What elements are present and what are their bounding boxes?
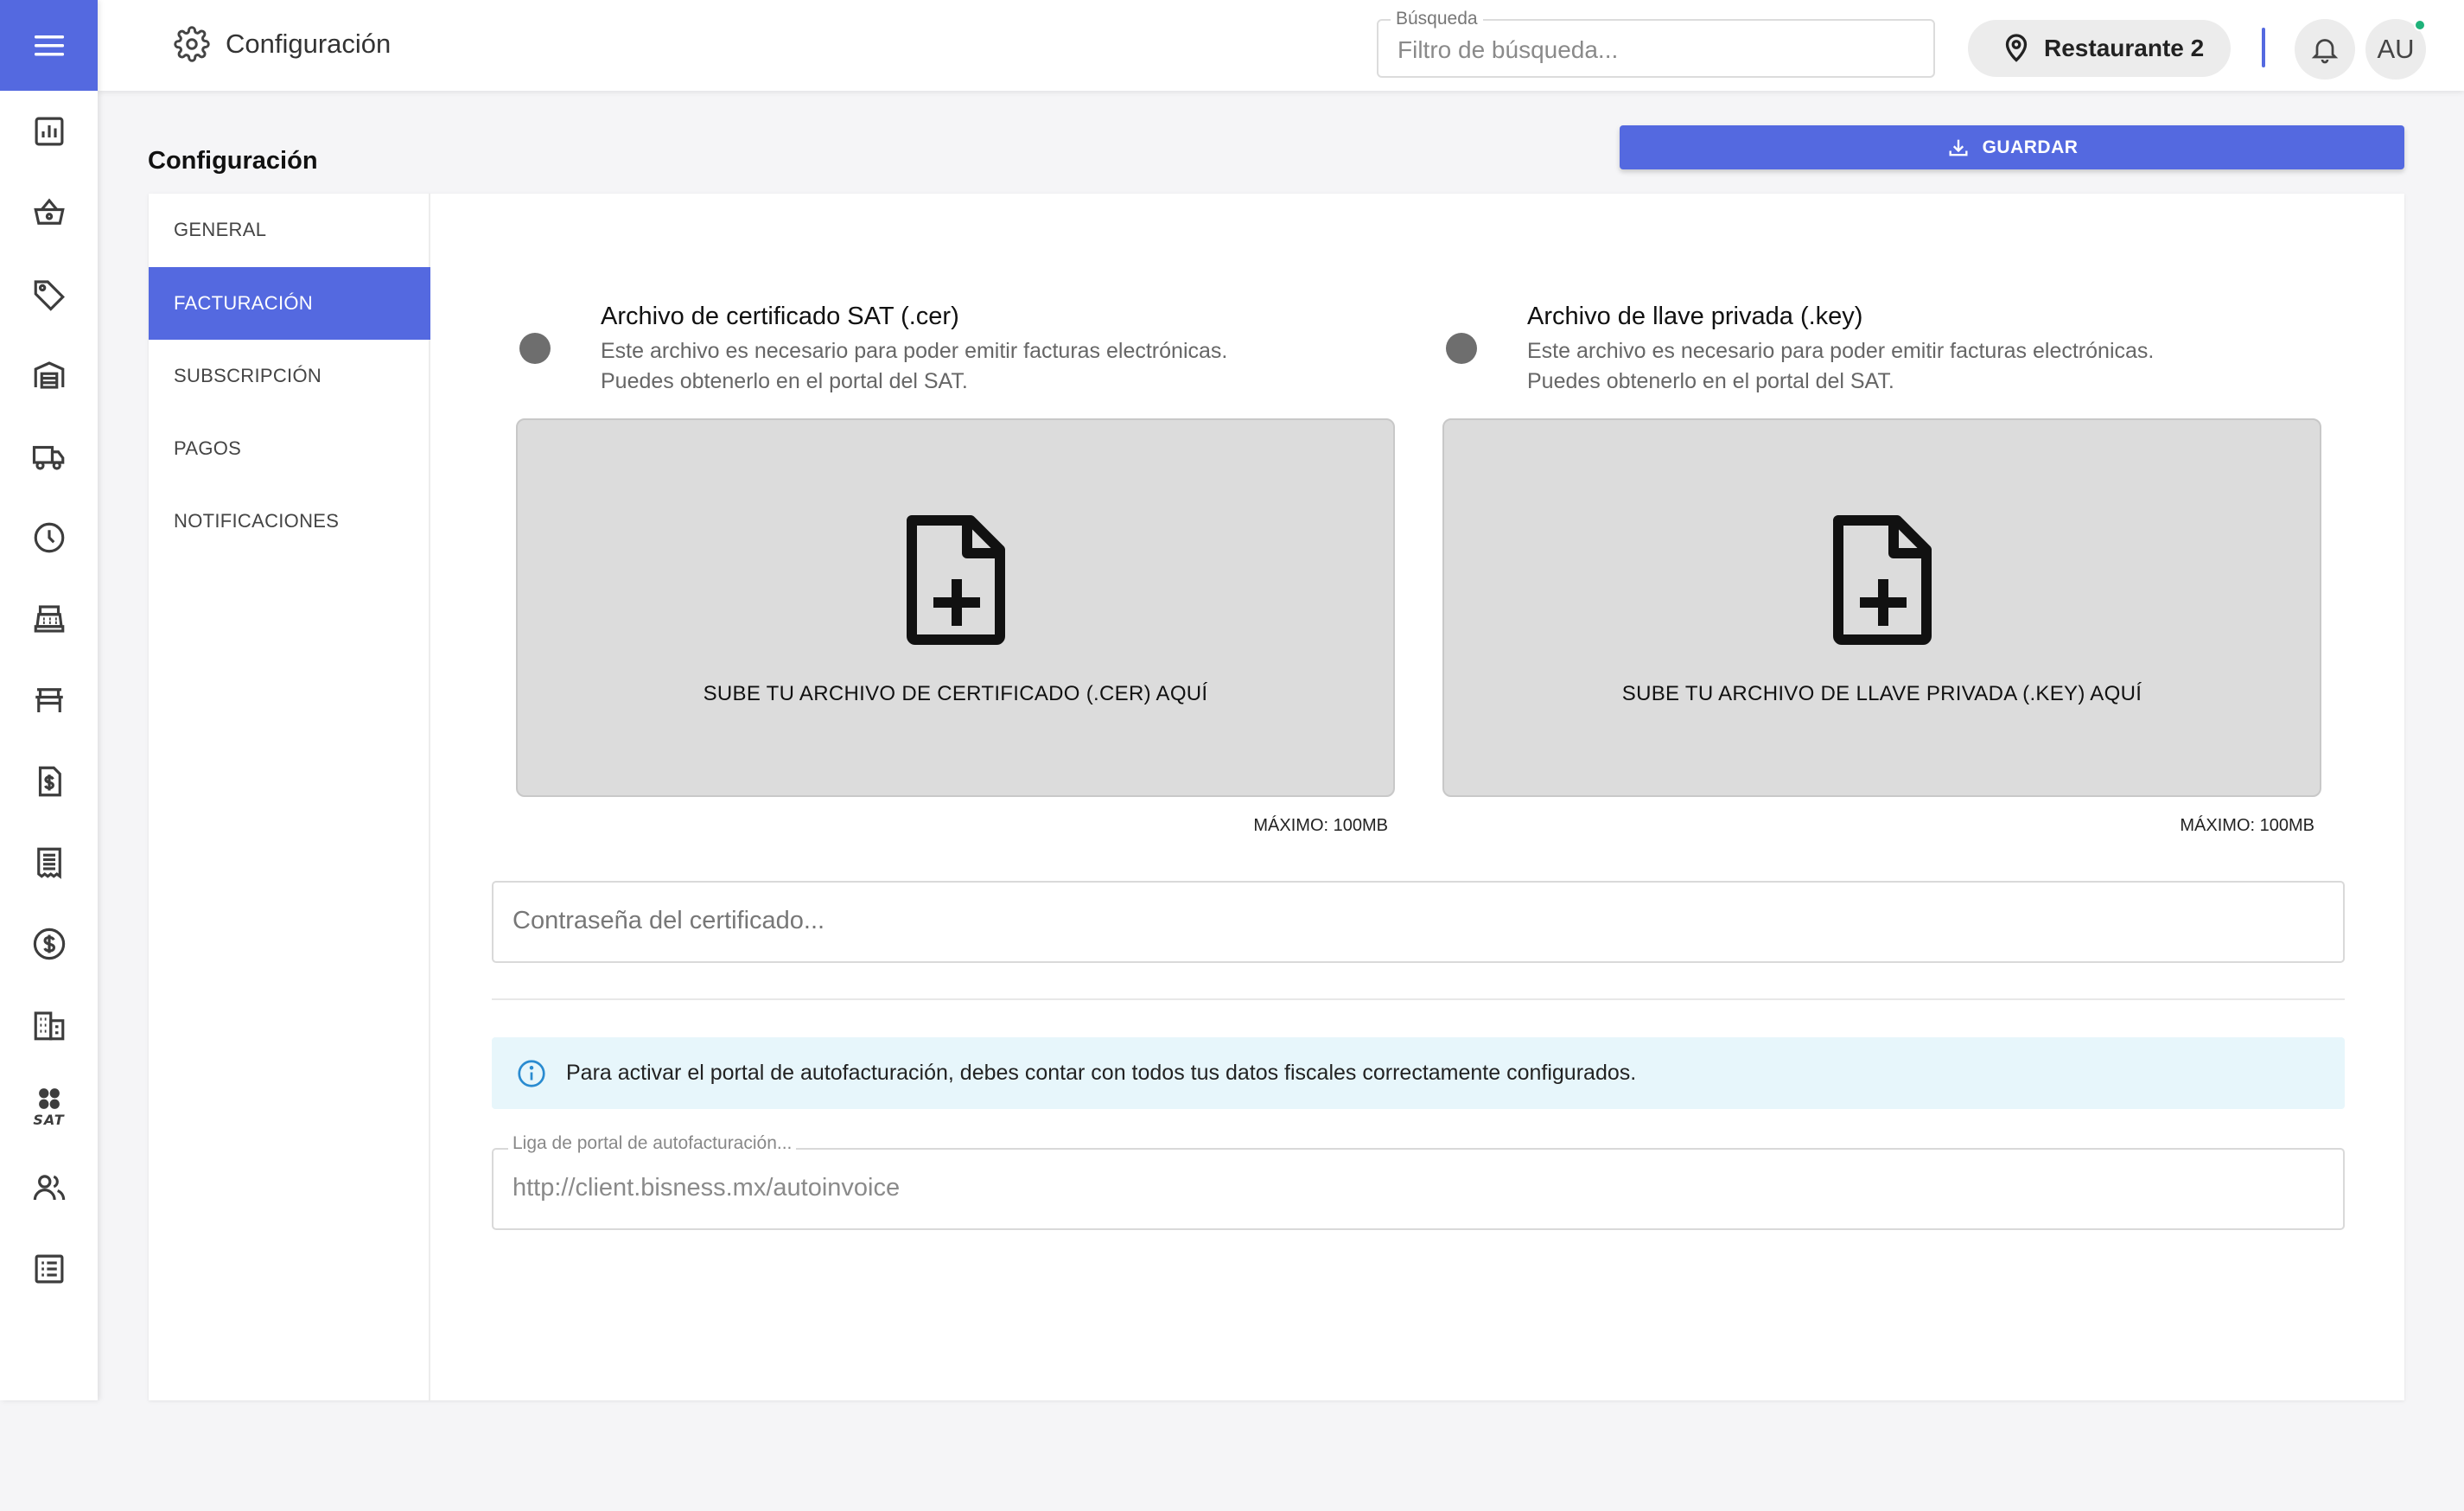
sidebar-item-deliveries[interactable] <box>0 422 98 491</box>
sidebar-item-receipts[interactable] <box>0 828 98 897</box>
hamburger-icon <box>34 35 64 55</box>
avatar-initials: AU <box>2377 34 2415 64</box>
certificate-password-input[interactable]: Contraseña del certificado... <box>492 881 2345 963</box>
key-description: Este archivo es necesario para poder emi… <box>1527 336 2305 397</box>
sidebar-item-users[interactable] <box>0 1153 98 1222</box>
info-alert: Para activar el portal de autofacturació… <box>492 1037 2345 1109</box>
certificate-password-placeholder: Contraseña del certificado... <box>513 907 825 934</box>
key-title: Archivo de llave privada (.key) <box>1527 303 1863 330</box>
cer-status-dot <box>519 333 551 364</box>
download-icon <box>1949 139 1968 156</box>
key-max-size: MÁXIMO: 100MB <box>2180 816 2314 835</box>
sidebar-item-branches[interactable] <box>0 991 98 1060</box>
gear-icon <box>174 26 210 62</box>
file-plus-icon <box>906 515 1005 645</box>
sidebar: SAT <box>0 0 98 1400</box>
tab-general[interactable]: GENERAL <box>149 194 430 266</box>
cer-title: Archivo de certificado SAT (.cer) <box>601 303 959 330</box>
sidebar-item-warehouse[interactable] <box>0 341 98 410</box>
page-title: Configuración <box>148 147 318 175</box>
key-dropzone[interactable]: SUBE TU ARCHIVO DE LLAVE PRIVADA (.KEY) … <box>1442 418 2321 797</box>
location-name: Restaurante 2 <box>2044 35 2205 61</box>
tag-icon <box>34 280 65 311</box>
save-button-label: GUARDAR <box>1982 137 2079 157</box>
users-icon <box>33 1175 65 1201</box>
menu-toggle-button[interactable] <box>0 0 98 91</box>
location-selector[interactable]: Restaurante 2 <box>1968 20 2231 77</box>
autoinvoice-portal-placeholder: http://client.bisness.mx/autoinvoice <box>513 1174 901 1202</box>
cer-description: Este archivo es necesario para poder emi… <box>601 336 1378 397</box>
clock-icon <box>34 522 64 553</box>
search-input[interactable]: Búsqueda Filtro de búsqueda... <box>1377 9 1935 78</box>
key-description-line1: Este archivo es necesario para poder emi… <box>1527 339 2155 363</box>
online-status-dot <box>2414 19 2426 31</box>
cer-dropzone-text: SUBE TU ARCHIVO DE CERTIFICADO (.CER) AQ… <box>703 682 1208 705</box>
cer-description-line1: Este archivo es necesario para poder emi… <box>601 339 1228 363</box>
basket-icon <box>33 198 65 225</box>
map-pin-icon <box>2005 34 2028 62</box>
sidebar-item-cash-register[interactable] <box>0 584 98 653</box>
invoice-dollar-icon <box>38 766 61 797</box>
sidebar-item-products[interactable] <box>0 259 98 328</box>
sidebar-item-tables[interactable] <box>0 666 98 735</box>
topbar: Configuración Búsqueda Filtro de búsqued… <box>98 0 2464 91</box>
info-alert-text: Para activar el portal de autofacturació… <box>566 1061 1637 1085</box>
tab-notificaciones[interactable]: NOTIFICACIONES <box>149 485 430 558</box>
warehouse-icon <box>34 361 64 389</box>
table-icon <box>35 688 63 712</box>
topbar-title-text: Configuración <box>226 29 392 59</box>
tab-facturacion[interactable]: FACTURACIÓN <box>149 267 430 340</box>
cer-description-line2: Puedes obtenerlo en el portal del SAT. <box>601 369 968 393</box>
search-placeholder: Filtro de búsqueda... <box>1398 36 1619 63</box>
building-icon <box>34 1011 64 1041</box>
truck-icon <box>32 445 64 470</box>
sat-icon <box>38 1087 60 1109</box>
tab-subscripcion[interactable]: SUBSCRIPCIÓN <box>149 340 430 412</box>
key-description-line2: Puedes obtenerlo en el portal del SAT. <box>1527 369 1894 393</box>
autoinvoice-portal-label: Liga de portal de autofacturación... <box>508 1133 797 1154</box>
cer-max-size: MÁXIMO: 100MB <box>1253 816 1388 835</box>
list-icon <box>35 1254 63 1284</box>
sidebar-item-payments[interactable] <box>0 909 98 979</box>
register-icon <box>34 605 64 633</box>
settings-tabs: GENERAL FACTURACIÓN SUBSCRIPCIÓN PAGOS N… <box>149 194 430 1400</box>
bell-icon <box>2311 39 2339 64</box>
file-plus-icon <box>1832 515 1932 645</box>
search-label: Búsqueda <box>1391 9 1483 29</box>
save-button[interactable]: GUARDAR <box>1620 125 2404 169</box>
section-divider <box>492 998 2345 1000</box>
cer-dropzone[interactable]: SUBE TU ARCHIVO DE CERTIFICADO (.CER) AQ… <box>516 418 1395 797</box>
topbar-divider <box>2262 28 2265 67</box>
sidebar-item-dashboard[interactable] <box>0 97 98 166</box>
sidebar-item-history[interactable] <box>0 503 98 572</box>
sidebar-item-sales[interactable] <box>0 178 98 247</box>
info-icon <box>518 1059 545 1087</box>
sat-label: SAT <box>33 1111 65 1128</box>
dollar-circle-icon <box>33 928 65 960</box>
notifications-button[interactable] <box>2295 19 2355 80</box>
key-status-dot <box>1446 333 1477 364</box>
sidebar-item-invoices[interactable] <box>0 747 98 816</box>
sidebar-item-sat[interactable]: SAT <box>0 1072 98 1141</box>
bar-chart-icon <box>35 117 63 146</box>
sidebar-item-reports[interactable] <box>0 1234 98 1304</box>
receipt-icon <box>36 847 61 879</box>
key-dropzone-text: SUBE TU ARCHIVO DE LLAVE PRIVADA (.KEY) … <box>1621 682 2142 705</box>
tab-pagos[interactable]: PAGOS <box>149 412 430 485</box>
topbar-title: Configuración <box>174 26 391 62</box>
autoinvoice-portal-input[interactable]: http://client.bisness.mx/autoinvoice <box>492 1148 2345 1230</box>
